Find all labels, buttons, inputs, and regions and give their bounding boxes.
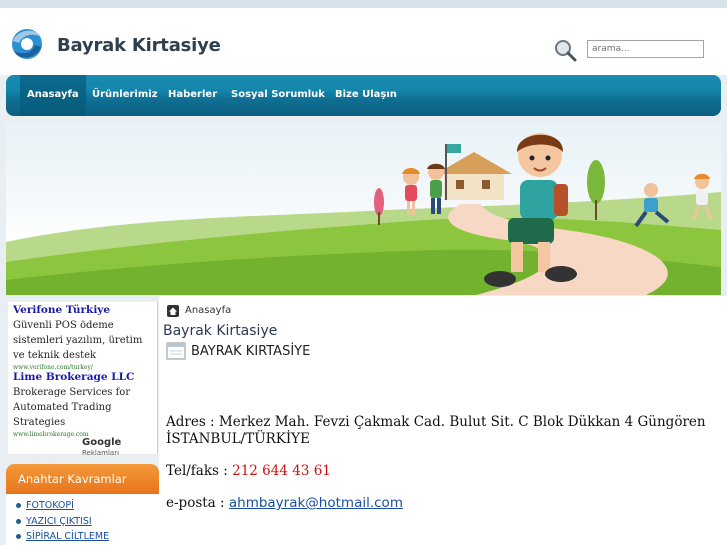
- ad-title[interactable]: Verifone Türkiye: [13, 304, 110, 316]
- page-subtitle: BAYRAK KIRTASİYE: [191, 344, 311, 359]
- ad-url[interactable]: www.limebrokerage.com: [13, 431, 89, 438]
- keyword-link[interactable]: SİPİRAL CİLTLEME: [16, 531, 109, 542]
- site-name[interactable]: Bayrak Kirtasiye: [57, 35, 221, 56]
- keyword-label: YAZICI ÇIKTISI: [26, 516, 92, 527]
- email-label: e-posta :: [166, 495, 229, 511]
- nav-anasayfa[interactable]: Anasayfa: [20, 75, 86, 116]
- nav-urunlerimiz[interactable]: Ürünlerimiz: [92, 75, 158, 116]
- nav-bize-ulasin[interactable]: Bize Ulaşın: [335, 75, 397, 116]
- nav-haberler[interactable]: Haberler: [168, 75, 217, 116]
- keyword-label: SİPİRAL CİLTLEME: [26, 531, 110, 542]
- address-line: İSTANBUL/TÜRKİYE: [166, 431, 310, 447]
- bullet-icon: [16, 534, 21, 539]
- top-strip: [0, 0, 727, 8]
- search-input[interactable]: [587, 40, 704, 58]
- main-content: Anasayfa Bayrak Kirtasiye BAYRAK KIRTASİ…: [159, 296, 727, 545]
- ad-panel: Verifone Türkiye Güvenli POS ödeme siste…: [8, 302, 158, 457]
- ad-url[interactable]: www.verifone.com/turkey/: [13, 364, 93, 371]
- email-line: e-posta : ahmbayrak@hotmail.com: [166, 495, 403, 511]
- keyword-label: FOTOKOPİ: [26, 500, 74, 511]
- keyword-link[interactable]: FOTOKOPİ: [16, 500, 74, 511]
- bullet-icon: [16, 519, 21, 524]
- breadcrumb[interactable]: Anasayfa: [185, 305, 231, 316]
- address: Adres : Merkez Mah. Fevzi Çakmak Cad. Bu…: [166, 414, 726, 448]
- nav-sosyal-sorumluk[interactable]: Sosyal Sorumluk: [231, 75, 325, 116]
- document-icon: [166, 342, 186, 360]
- site-header: Bayrak Kirtasiye: [0, 8, 727, 75]
- search-icon[interactable]: [553, 38, 577, 62]
- keywords-box: Anahtar Kavramlar FOTOKOPİ YAZICI ÇIKTIS…: [6, 464, 159, 545]
- google-brand: Google: [82, 437, 122, 448]
- ad-text[interactable]: Brokerage Services for Automated Trading…: [13, 385, 155, 430]
- page-title: Bayrak Kirtasiye: [163, 323, 278, 339]
- home-icon[interactable]: [167, 305, 179, 317]
- phone-line: Tel/faks : 212 644 43 61: [166, 463, 331, 479]
- google-ads-label[interactable]: Google Reklamları: [82, 437, 157, 458]
- ad-text[interactable]: Güvenli POS ödeme sistemleri yazılım, ür…: [13, 318, 155, 363]
- logo-icon[interactable]: [8, 27, 46, 61]
- hero-banner: [6, 122, 721, 295]
- phone-label: Tel/faks :: [166, 463, 233, 479]
- address-line: Adres : Merkez Mah. Fevzi Çakmak Cad. Bu…: [166, 414, 706, 430]
- email-link[interactable]: ahmbayrak@hotmail.com: [229, 495, 403, 511]
- ad-title[interactable]: Lime Brokerage LLC: [13, 371, 134, 383]
- keywords-title: Anahtar Kavramlar: [6, 464, 159, 494]
- bullet-icon: [16, 503, 21, 508]
- keyword-link[interactable]: YAZICI ÇIKTISI: [16, 516, 92, 527]
- main-nav: Anasayfa Ürünlerimiz Haberler Sosyal Sor…: [6, 75, 721, 116]
- banner-illustration: [6, 133, 721, 295]
- ads-suffix: Reklamları: [82, 449, 120, 457]
- phone-number: 212 644 43 61: [232, 463, 331, 479]
